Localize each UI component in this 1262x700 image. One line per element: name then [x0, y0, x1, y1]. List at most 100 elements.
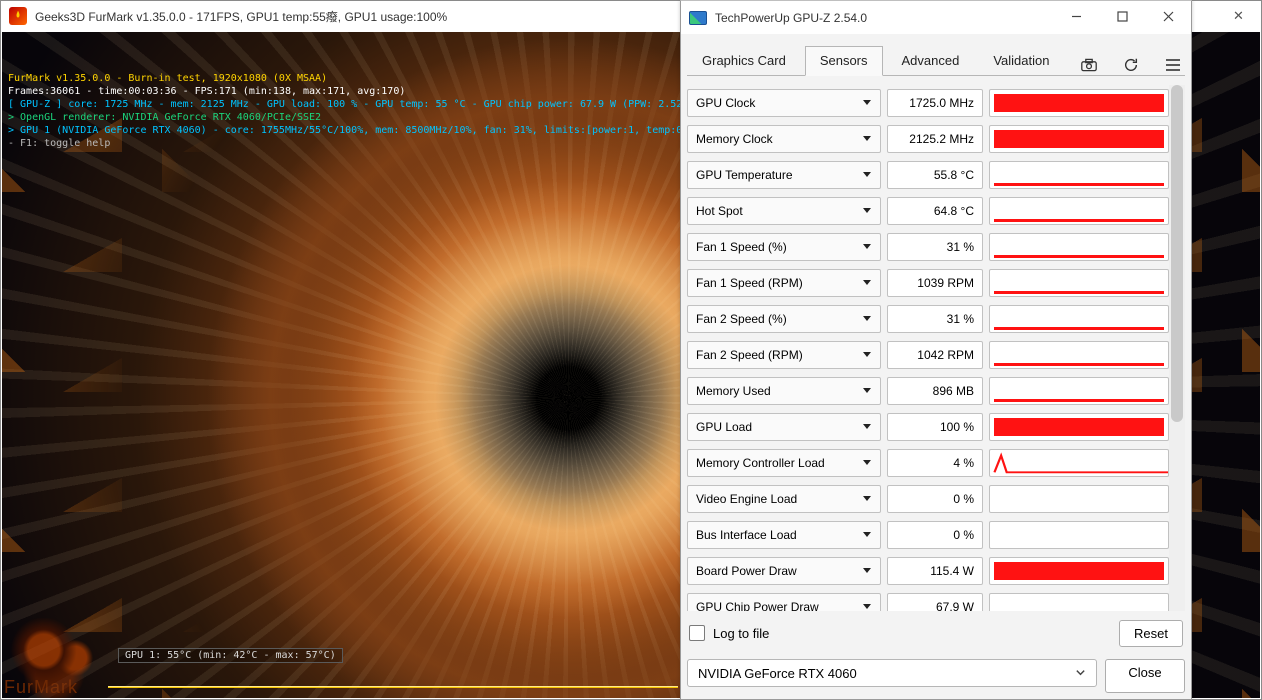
sensor-name-dropdown[interactable]: Fan 1 Speed (RPM) [687, 269, 881, 297]
sensor-name-dropdown[interactable]: GPU Load [687, 413, 881, 441]
temp-readout-label: GPU 1: 55°C (min: 42°C - max: 57°C) [118, 648, 343, 663]
sensor-row: GPU Chip Power Draw 67.9 W [687, 589, 1169, 611]
furmark-icon [9, 7, 27, 25]
sensor-name-dropdown[interactable]: Memory Used [687, 377, 881, 405]
sensor-row: Memory Used 896 MB [687, 373, 1169, 409]
sensor-name: Fan 2 Speed (%) [696, 312, 787, 326]
sensor-name: GPU Clock [696, 96, 755, 110]
screenshot-icon[interactable] [1081, 57, 1097, 76]
sensor-name-dropdown[interactable]: Board Power Draw [687, 557, 881, 585]
chevron-down-icon [862, 348, 872, 362]
hamburger-icon[interactable] [1165, 57, 1181, 76]
gpuz-title-text: TechPowerUp GPU-Z 2.54.0 [715, 11, 867, 25]
sensor-value: 31 % [887, 305, 983, 333]
gpuz-footer: NVIDIA GeForce RTX 4060 Close [687, 659, 1185, 693]
sensor-sparkline [989, 593, 1169, 611]
tab-validation[interactable]: Validation [978, 46, 1064, 76]
minimize-button[interactable] [1053, 1, 1099, 31]
chevron-down-icon [862, 528, 872, 542]
furmark-logo: FurMark [2, 618, 106, 698]
sensor-sparkline [989, 413, 1169, 441]
sensor-row: GPU Temperature55.8 °C [687, 157, 1169, 193]
tab-advanced[interactable]: Advanced [887, 46, 975, 76]
sensor-row: Bus Interface Load0 % [687, 517, 1169, 553]
scrollbar-thumb[interactable] [1171, 85, 1183, 422]
sensor-value: 0 % [887, 485, 983, 513]
furmark-title-text: Geeks3D FurMark v1.35.0.0 - 171FPS, GPU1… [35, 8, 447, 25]
chevron-down-icon [862, 276, 872, 290]
sensor-value: 1725.0 MHz [887, 89, 983, 117]
log-to-file-checkbox[interactable]: Log to file [689, 625, 769, 641]
sensor-name-dropdown[interactable]: Memory Clock [687, 125, 881, 153]
sensor-value: 896 MB [887, 377, 983, 405]
gpu-select[interactable]: NVIDIA GeForce RTX 4060 [687, 659, 1097, 687]
sensor-value: 4 % [887, 449, 983, 477]
sensor-name: GPU Temperature [696, 168, 793, 182]
tab-sensors[interactable]: Sensors [805, 46, 883, 76]
checkbox-box[interactable] [689, 625, 705, 641]
sensor-name: Fan 2 Speed (RPM) [696, 348, 803, 362]
chevron-down-icon [862, 384, 872, 398]
sensor-sparkline [989, 269, 1169, 297]
sensor-area: GPU Clock 1725.0 MHz Memory Clock2125.2 MH… [687, 85, 1185, 611]
sensor-sparkline [989, 521, 1169, 549]
sensor-name-dropdown[interactable]: GPU Chip Power Draw [687, 593, 881, 611]
sensor-row: Memory Controller Load4 % [687, 445, 1169, 481]
sensor-row: Fan 2 Speed (RPM) 1042 RPM [687, 337, 1169, 373]
sensor-value: 31 % [887, 233, 983, 261]
sensor-name-dropdown[interactable]: Hot Spot [687, 197, 881, 225]
sensor-sparkline [989, 233, 1169, 261]
sensor-row: Board Power Draw115.4 W [687, 553, 1169, 589]
sensor-scroll[interactable]: GPU Clock 1725.0 MHz Memory Clock2125.2 MH… [687, 85, 1169, 611]
sensor-sparkline [989, 305, 1169, 333]
sensor-scrollbar[interactable] [1169, 85, 1185, 611]
tab-graphics-card[interactable]: Graphics Card [687, 46, 801, 76]
sensor-name: GPU Chip Power Draw [696, 600, 819, 611]
furmark-close-button[interactable]: ✕ [1216, 1, 1261, 30]
gpuz-window[interactable]: TechPowerUp GPU-Z 2.54.0 Graphics Card S… [680, 0, 1192, 700]
chevron-down-icon [862, 456, 872, 470]
sensor-name: Memory Used [696, 384, 771, 398]
sensor-name-dropdown[interactable]: Video Engine Load [687, 485, 881, 513]
sensor-name: Fan 1 Speed (RPM) [696, 276, 803, 290]
sensor-value: 1042 RPM [887, 341, 983, 369]
sensor-name-dropdown[interactable]: GPU Clock [687, 89, 881, 117]
chevron-down-icon [862, 240, 872, 254]
chevron-down-icon [862, 564, 872, 578]
sensor-name: Hot Spot [696, 204, 743, 218]
gpuz-titlebar[interactable]: TechPowerUp GPU-Z 2.54.0 [681, 1, 1191, 34]
refresh-icon[interactable] [1123, 57, 1139, 76]
temp-readout-line [108, 686, 678, 688]
sensor-name: Fan 1 Speed (%) [696, 240, 787, 254]
sensor-name: Board Power Draw [696, 564, 797, 578]
maximize-button[interactable] [1099, 1, 1145, 31]
sensor-name-dropdown[interactable]: Bus Interface Load [687, 521, 881, 549]
log-to-file-label: Log to file [713, 626, 769, 641]
sensor-row: Fan 2 Speed (%) 31 % [687, 301, 1169, 337]
sensor-value: 64.8 °C [887, 197, 983, 225]
sensor-name-dropdown[interactable]: Fan 1 Speed (%) [687, 233, 881, 261]
close-button[interactable] [1145, 1, 1191, 31]
chevron-down-icon [862, 168, 872, 182]
chevron-down-icon [862, 204, 872, 218]
sensor-name-dropdown[interactable]: Fan 2 Speed (%) [687, 305, 881, 333]
close-app-button[interactable]: Close [1105, 659, 1185, 693]
sensor-sparkline [989, 485, 1169, 513]
sensor-row: Memory Clock2125.2 MHz [687, 121, 1169, 157]
sensor-sparkline [989, 197, 1169, 225]
chevron-down-icon [862, 96, 872, 110]
sensor-row: Video Engine Load0 % [687, 481, 1169, 517]
reset-button[interactable]: Reset [1119, 620, 1183, 647]
chevron-down-icon [862, 600, 872, 611]
sensor-name-dropdown[interactable]: Fan 2 Speed (RPM) [687, 341, 881, 369]
furmark-temp-readout: GPU 1: 55°C (min: 42°C - max: 57°C) [108, 638, 678, 698]
sensor-name: GPU Load [696, 420, 752, 434]
sensor-row: GPU Load100 % [687, 409, 1169, 445]
sensor-name-dropdown[interactable]: Memory Controller Load [687, 449, 881, 477]
furmark-logo-word: FurMark [4, 677, 78, 698]
sensor-value: 67.9 W [887, 593, 983, 611]
gpu-select-value: NVIDIA GeForce RTX 4060 [698, 666, 857, 681]
sensor-name-dropdown[interactable]: GPU Temperature [687, 161, 881, 189]
chevron-down-icon [1075, 666, 1086, 681]
sensor-row: Fan 1 Speed (RPM)1039 RPM [687, 265, 1169, 301]
